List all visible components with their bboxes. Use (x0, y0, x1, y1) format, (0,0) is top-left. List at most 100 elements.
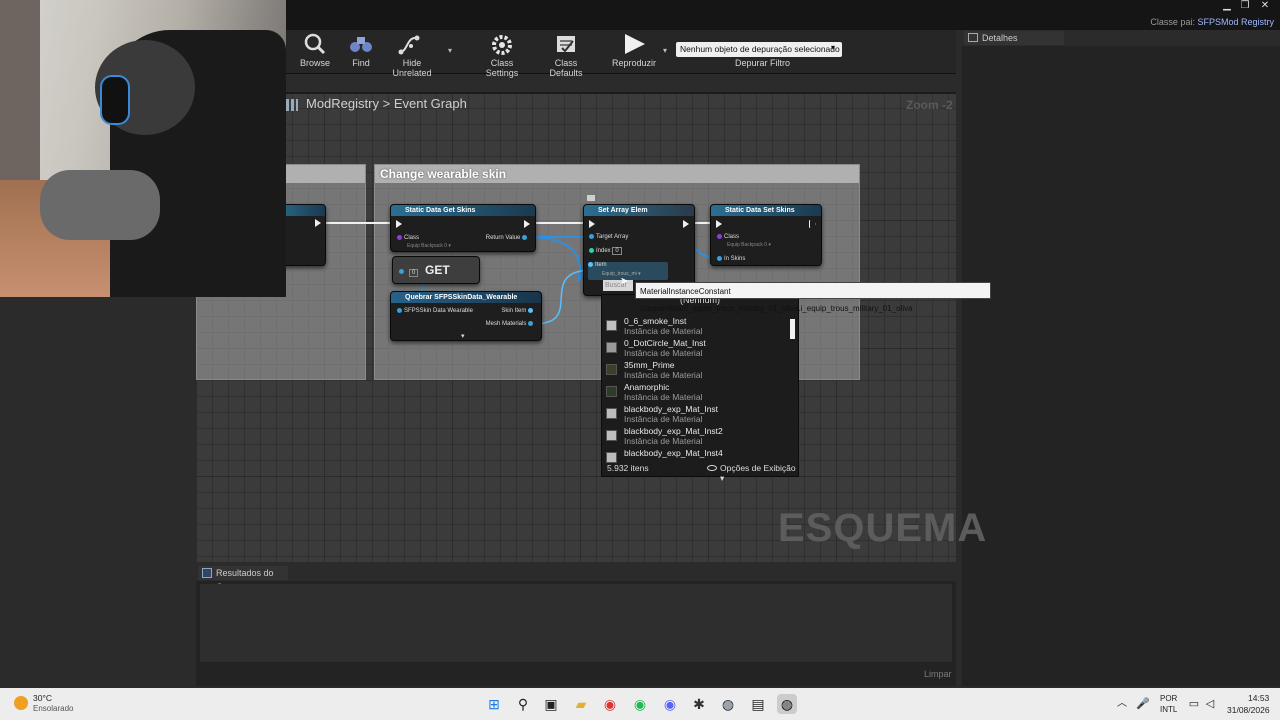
clock-time[interactable]: 14:53 (1248, 693, 1269, 703)
get-array-node[interactable]: 0 GET (392, 256, 480, 284)
browse-button[interactable]: Browse (300, 32, 330, 68)
chevron-down-icon: ▾ (831, 43, 836, 52)
exec-out-pin[interactable] (683, 220, 689, 228)
task-view-icon[interactable]: ▣ (541, 694, 561, 714)
tray-chevron-icon[interactable]: ︿ (1112, 694, 1132, 714)
headphones-icon (100, 75, 130, 125)
asset-search-input[interactable]: Buscar (603, 280, 633, 291)
unreal-engine-icon[interactable]: ◍ (777, 694, 797, 714)
gear-icon (492, 35, 512, 55)
hide-unrelated-icon (398, 35, 420, 55)
asset-type: Instância de Material (624, 326, 703, 336)
asset-type: Instância de Material (624, 436, 703, 446)
weather-desc[interactable]: Ensolarado (33, 704, 73, 713)
parent-class-prefix: Classe pai: (1150, 17, 1195, 27)
list-item[interactable]: Anamorphic Instância de Material (602, 381, 798, 403)
static-data-get-skins-node[interactable]: Static Data Get Skins Class Equip Backpa… (390, 204, 536, 252)
close-button[interactable]: ✕ (1256, 0, 1274, 12)
material-swatch-icon (606, 364, 617, 375)
asset-name: blackbody_exp_Mat_Inst4 (624, 448, 723, 458)
get-index-value[interactable]: 0 (409, 269, 419, 277)
clear-button[interactable]: Limpar (924, 669, 952, 679)
list-scrollbar[interactable] (790, 319, 795, 339)
debug-filter-label: Depurar Filtro (735, 58, 791, 68)
input-language[interactable]: POR (1160, 694, 1177, 703)
class-pin[interactable]: Class (397, 235, 419, 241)
array-wire-2 (533, 236, 591, 282)
index-value[interactable]: 0 (612, 247, 622, 256)
class-settings-button[interactable]: Class Settings (474, 32, 530, 78)
exec-in-pin[interactable] (716, 220, 722, 228)
results-icon (202, 568, 212, 578)
search-icon[interactable]: ⚲ (513, 694, 533, 714)
exec-in-pin[interactable] (589, 220, 595, 228)
file-explorer-icon[interactable]: ▰ (571, 694, 591, 714)
hide-unrelated-button[interactable]: Hide Unrelated (382, 32, 442, 78)
struct-in-pin[interactable]: SFPSSkin Data Wearable (397, 308, 473, 314)
speaker-icon[interactable]: ◁ (1200, 694, 1220, 714)
hide-unrelated-dropdown-icon[interactable]: ▾ (448, 46, 452, 55)
struct-in-label: SFPSSkin Data Wearable (404, 308, 473, 315)
exec-in-pin[interactable] (396, 220, 402, 228)
spotify-icon[interactable]: ◉ (630, 694, 650, 714)
mesh-materials-pin[interactable]: Mesh Materials (486, 321, 535, 327)
target-array-label: Target Array (596, 234, 629, 241)
skin-item-pin[interactable]: Skin Item (501, 308, 535, 314)
index-label: Index (596, 248, 611, 255)
play-options-dropdown-icon[interactable]: ▾ (663, 46, 667, 55)
list-item[interactable]: 0_DotCircle_Mat_Inst Instância de Materia… (602, 337, 798, 359)
minimize-button[interactable]: ▁ (1218, 0, 1236, 12)
exec-out-pin[interactable] (524, 220, 530, 228)
clock-date[interactable]: 31/08/2026 (1227, 705, 1270, 715)
results-log[interactable] (200, 584, 952, 662)
microphone-icon[interactable]: 🎤 (1133, 694, 1153, 714)
parent-class-name[interactable]: SFPSMod Registry (1197, 17, 1274, 27)
windows-start-icon[interactable]: ⊞ (484, 694, 504, 714)
list-item[interactable]: blackbody_exp_Mat_Inst2 Instância de Mate… (602, 425, 798, 447)
windows-taskbar: 30°C Ensolarado ⊞ ⚲ ▣ ▰ ◉ ◉ ◉ ✱ ◍ ▤ ◍ ︿ … (0, 688, 1280, 720)
keyboard-layout[interactable]: INTL (1160, 705, 1177, 714)
class-pin[interactable]: Class (717, 234, 739, 240)
item-label: Item (595, 262, 607, 269)
weather-temp[interactable]: 30°C (33, 693, 52, 703)
mouse-cursor-icon: ➤ (620, 276, 629, 287)
return-value-pin[interactable]: Return Value (486, 235, 529, 241)
in-skins-pin[interactable]: In Skins (717, 256, 745, 262)
find-button[interactable]: Find (346, 32, 376, 68)
app-icon[interactable]: ✱ (689, 694, 709, 714)
eye-icon (707, 465, 717, 471)
magnifier-icon (304, 33, 326, 55)
node-comment-bubble-icon[interactable] (587, 195, 595, 201)
play-button[interactable]: Reproduzir (612, 32, 656, 68)
discord-icon[interactable]: ◉ (660, 694, 680, 714)
chrome-icon[interactable]: ◉ (600, 694, 620, 714)
list-item[interactable]: 35mm_Prime Instância de Material (602, 359, 798, 381)
get-array-pin[interactable] (399, 269, 406, 275)
expand-chevron-icon[interactable]: ▾ (461, 332, 465, 340)
details-tab[interactable]: Detalhes (964, 31, 1064, 45)
asset-name: blackbody_exp_Mat_Inst (624, 404, 719, 414)
parent-class-label: Classe pai: SFPSMod Registry (1150, 17, 1274, 27)
target-array-pin[interactable]: Target Array (589, 234, 628, 240)
debug-object-select[interactable]: Nenhum objeto de depuração selecionado (676, 42, 842, 57)
class-defaults-button[interactable]: Class Defaults (538, 32, 594, 78)
break-skin-data-node[interactable]: Quebrar SFPSSkinData_Wearable SFPSSkin D… (390, 291, 542, 341)
class-value[interactable]: Equip Backpack 0 ▾ (407, 243, 451, 249)
browse-label: Browse (300, 58, 331, 68)
asset-picker-popup[interactable]: (Nenhum) 0_6_smoke_InstInstância de Mate… (601, 294, 799, 477)
index-pin[interactable]: Index 0 (589, 247, 622, 256)
exec-out-pin[interactable] (809, 220, 816, 228)
class-value[interactable]: Equip Backpack 0 ▾ (727, 242, 771, 248)
steam-icon[interactable]: ◍ (718, 694, 738, 714)
list-item[interactable]: 0_6_smoke_Inst Instância de Material (602, 315, 798, 337)
binoculars-icon (350, 37, 372, 52)
static-data-set-skins-node[interactable]: Static Data Set Skins Class Equip Backpa… (710, 204, 822, 266)
asset-name: blackbody_exp_Mat_Inst2 (624, 426, 723, 436)
mesh-materials-label: Mesh Materials (485, 321, 527, 328)
exec-out-pin[interactable] (315, 219, 321, 227)
view-options-button[interactable]: Opções de Exibição ▾ (720, 463, 799, 484)
maximize-button[interactable]: ❐ (1236, 0, 1254, 12)
terminal-icon[interactable]: ▤ (748, 694, 768, 714)
blueprint-toolbar: Browse Find Hide Unrelated ▾ Class Setti… (286, 30, 956, 78)
list-item[interactable]: blackbody_exp_Mat_Inst Instância de Mater… (602, 403, 798, 425)
